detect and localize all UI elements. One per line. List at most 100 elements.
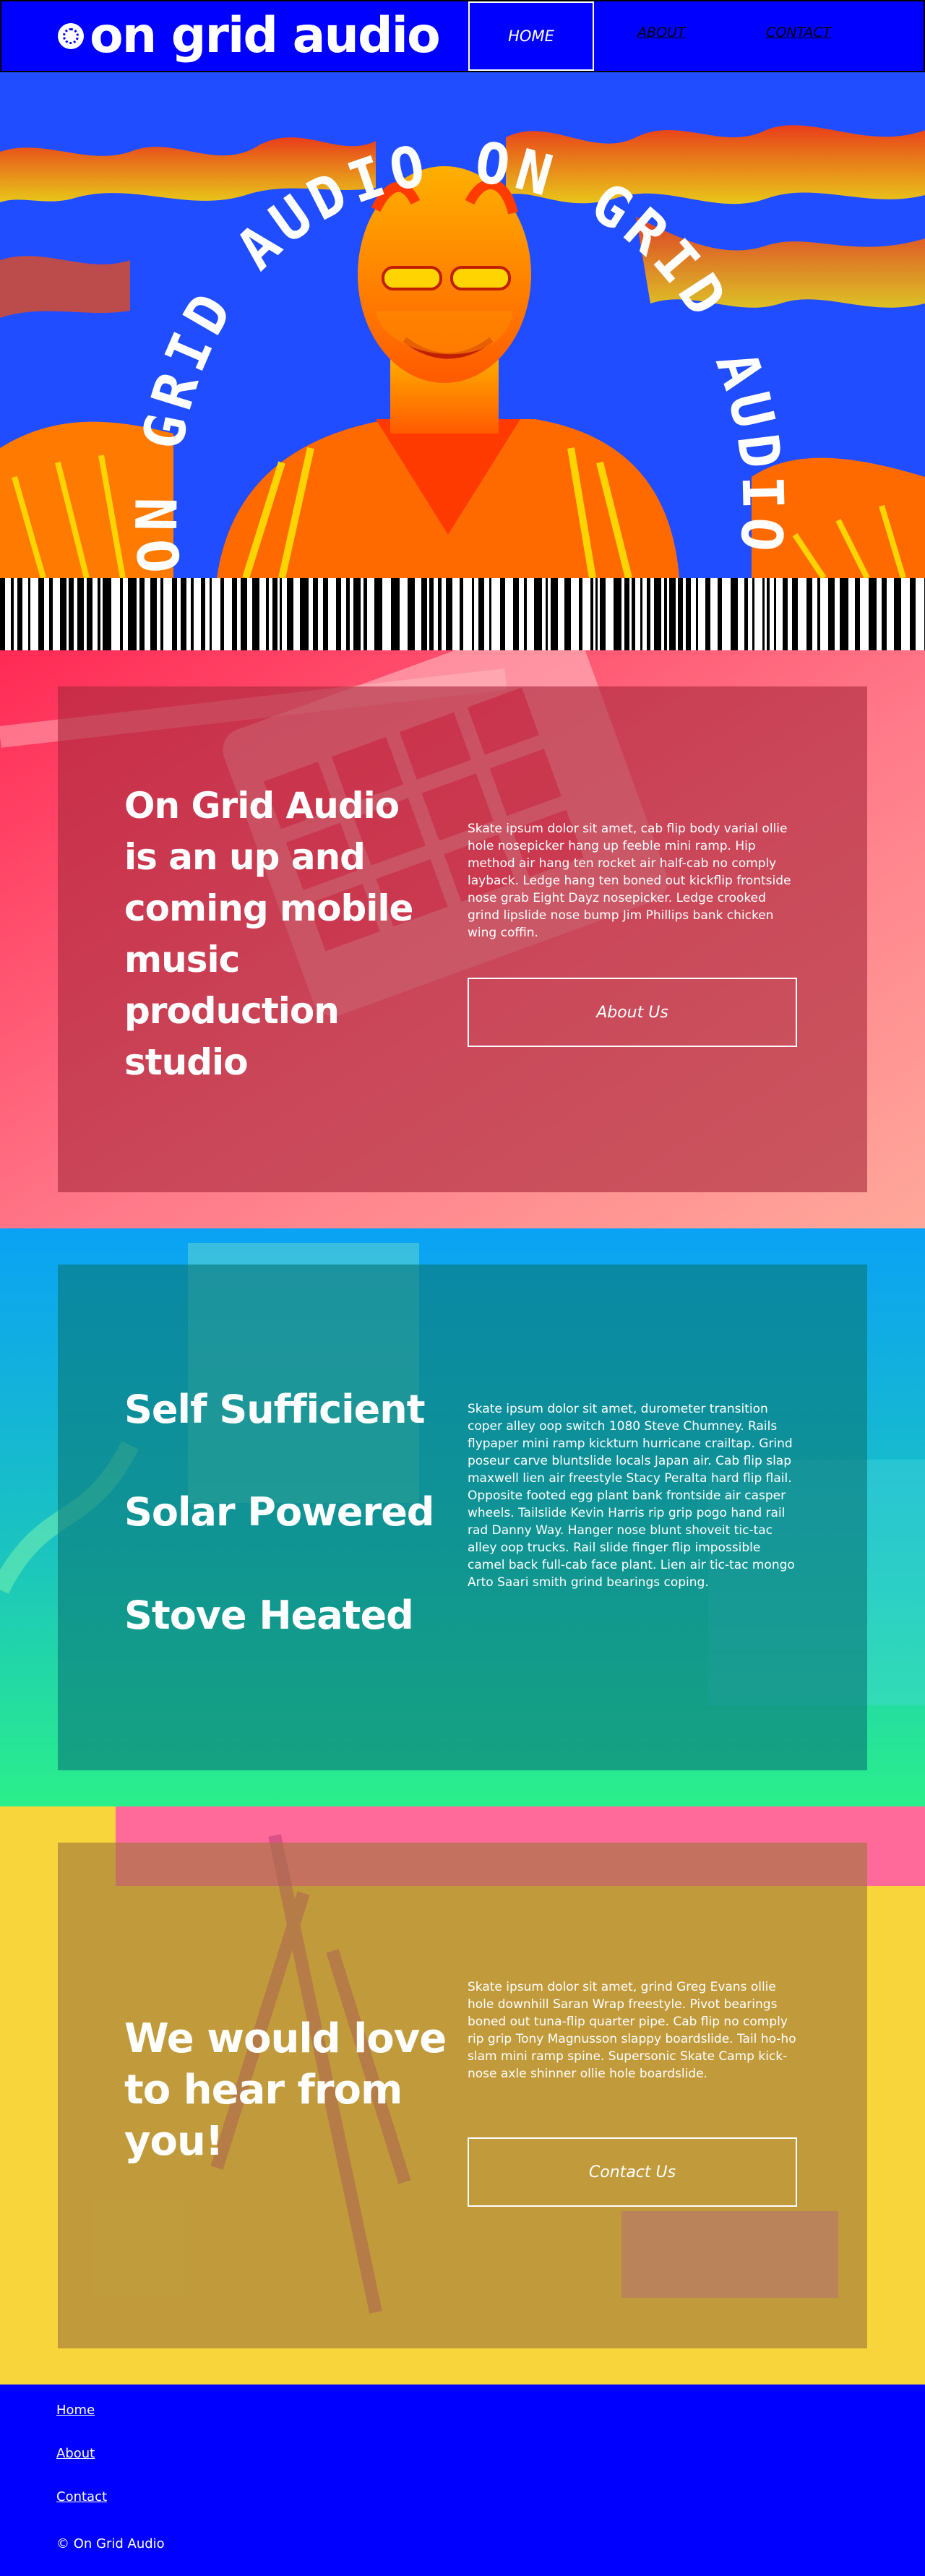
barcode-stripe [647, 578, 650, 650]
barcode-stripe [287, 578, 293, 650]
barcode-stripe [460, 578, 463, 650]
barcode-stripe [77, 578, 84, 650]
barcode-stripe [353, 578, 361, 650]
barcode-stripe [614, 578, 621, 650]
barcode-stripe [181, 578, 186, 650]
barcode-stripe [374, 578, 382, 650]
logo-text: on grid audio [90, 7, 441, 64]
barcode-stripe [17, 578, 22, 650]
barcode-stripe [600, 578, 606, 650]
barcode-stripe [489, 578, 491, 650]
barcode-stripe [678, 578, 683, 650]
intro-body: Skate ipsum dolor sit amet, cab flip bod… [468, 822, 791, 940]
barcode-stripe [696, 578, 698, 650]
barcode-stripe [774, 578, 776, 650]
barcode-stripe [654, 578, 661, 650]
features-panel: Self Sufficient Solar Powered Stove Heat… [58, 1265, 867, 1770]
barcode-stripe [869, 578, 877, 650]
contact-us-button[interactable]: Contact Us [468, 2137, 797, 2207]
barcode-stripe [828, 578, 835, 650]
barcode-stripe [150, 578, 157, 650]
features-body: Skate ipsum dolor sit amet, durometer tr… [468, 1402, 795, 1590]
barcode-stripe [266, 578, 269, 650]
feature-stove-heated: Stove Heated [124, 1593, 414, 1638]
barcode-stripe [28, 578, 30, 650]
hero-artwork: ON GRID AUDIO ON GRID AUDIO [0, 72, 925, 578]
barcode-stripe [172, 578, 177, 650]
barcode-stripe [11, 578, 14, 650]
barcode-stripe [855, 578, 860, 650]
barcode-stripe [280, 578, 282, 650]
barcode-stripe [300, 578, 309, 650]
nav-home-link[interactable]: HOME [468, 1, 594, 71]
barcode-stripe [160, 578, 163, 650]
barcode-stripe [686, 578, 691, 650]
barcode-divider [0, 578, 925, 650]
barcode-stripe [408, 578, 415, 650]
barcode-stripe [391, 578, 400, 650]
about-us-button[interactable]: About Us [468, 978, 797, 1047]
hero-image: ON GRID AUDIO ON GRID AUDIO [0, 72, 925, 578]
barcode-stripe [336, 578, 341, 650]
barcode-stripe [472, 578, 474, 650]
barcode-stripe [664, 578, 667, 650]
barcode-stripe [640, 578, 642, 650]
barcode-stripe [524, 578, 527, 650]
barcode-stripe [731, 578, 738, 650]
barcode-stripe [98, 578, 100, 650]
contact-heading: We would love to hear from you! [124, 2015, 447, 2165]
barcode-stripe [272, 578, 278, 650]
barcode-stripe [744, 578, 748, 650]
footer-contact-link[interactable]: Contact [56, 2489, 107, 2504]
barcode-stripe [478, 578, 484, 650]
barcode-stripe [363, 578, 367, 650]
barcode-stripe [624, 578, 629, 650]
barcode-stripe [762, 578, 765, 650]
barcode-stripe [910, 578, 916, 650]
barcode-stripe [546, 578, 548, 650]
barcode-stripe [579, 578, 582, 650]
barcode-stripe [210, 578, 212, 650]
barcode-stripe [323, 578, 328, 650]
barcode-stripe [201, 578, 205, 650]
logo-mark-icon [58, 23, 84, 49]
barcode-stripe [446, 578, 452, 650]
barcode-stripe [60, 578, 66, 650]
barcode-stripe [752, 578, 754, 650]
barcode-stripe [718, 578, 722, 650]
barcode-stripe [49, 578, 53, 650]
barcode-stripe [191, 578, 194, 650]
barcode-stripe [438, 578, 442, 650]
contact-panel: We would love to hear from you! Skate ip… [58, 1843, 867, 2348]
barcode-stripe [767, 578, 770, 650]
barcode-stripe [421, 578, 427, 650]
barcode-stripe [252, 578, 259, 650]
barcode-stripe [429, 578, 434, 650]
footer-about-link[interactable]: About [56, 2446, 95, 2461]
barcode-stripe [220, 578, 224, 650]
barcode-stripe [534, 578, 542, 650]
contact-body: Skate ipsum dolor sit amet, grind Greg E… [468, 1980, 796, 2081]
barcode-stripe [705, 578, 710, 650]
barcode-stripe [513, 578, 519, 650]
barcode-stripe [38, 578, 44, 650]
barcode-stripe [595, 578, 598, 650]
barcode-stripe [139, 578, 145, 650]
feature-solar-powered: Solar Powered [124, 1489, 434, 1535]
barcode-stripe [806, 578, 812, 650]
barcode-stripe [783, 578, 788, 650]
barcode-stripe [590, 578, 593, 650]
nav-about-link[interactable]: ABOUT [637, 25, 686, 40]
barcode-stripe [87, 578, 92, 650]
barcode-stripe [894, 578, 901, 650]
logo[interactable]: on grid audio [58, 4, 441, 68]
barcode-stripe [128, 578, 137, 650]
barcode-stripe [346, 578, 350, 650]
nav-contact-link[interactable]: CONTACT [766, 25, 831, 40]
barcode-stripe [232, 578, 237, 650]
barcode-stripe [792, 578, 798, 650]
footer-home-link[interactable]: Home [56, 2403, 95, 2418]
barcode-stripe [817, 578, 820, 650]
barcode-stripe [69, 578, 74, 650]
barcode-stripe [840, 578, 848, 650]
